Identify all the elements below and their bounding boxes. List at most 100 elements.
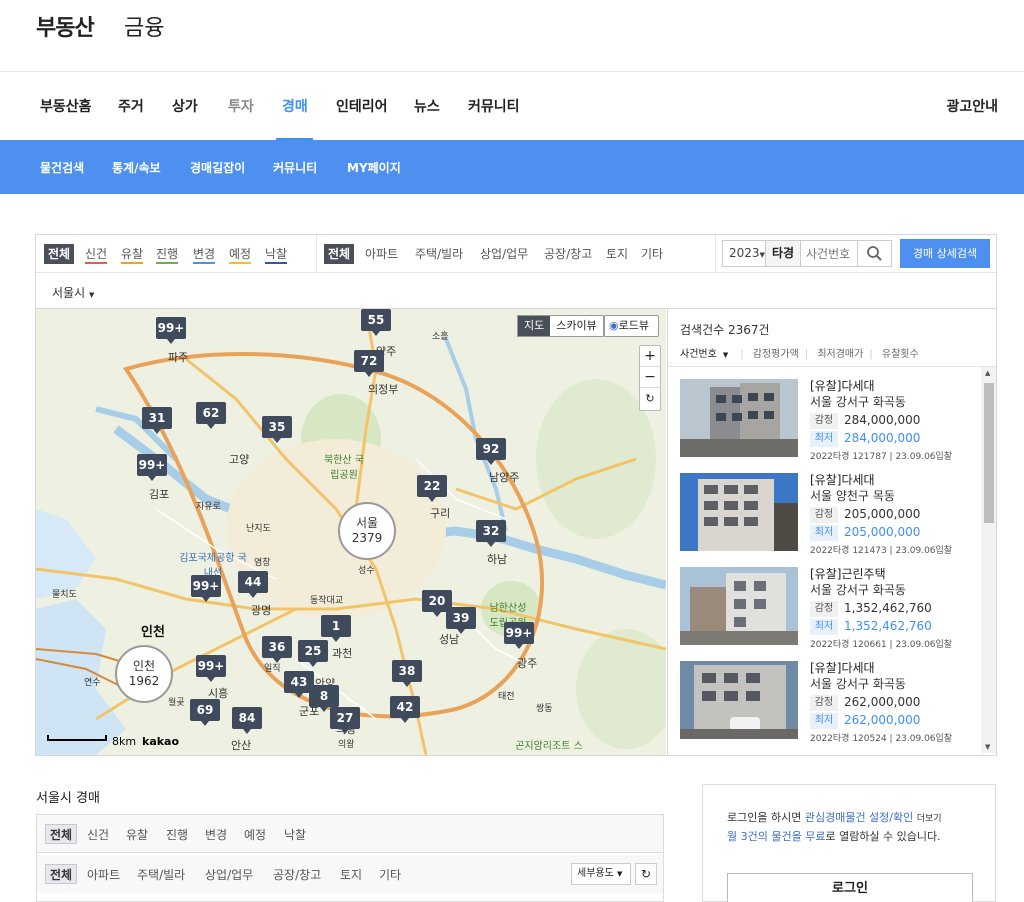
- item-appraisal-value: 205,000,000: [844, 507, 921, 521]
- global-nav: 부동산홈 주거 상가 투자 경매 인테리어 뉴스 커뮤니티 광고안내: [0, 72, 1024, 140]
- type-filter-all[interactable]: 전체: [324, 244, 355, 264]
- refresh-icon: ↻: [640, 867, 652, 881]
- map-marker[interactable]: 99+: [191, 575, 221, 602]
- status-filter-progress[interactable]: 진행: [156, 246, 179, 264]
- map-marker[interactable]: 22: [417, 475, 447, 502]
- map-marker[interactable]: 38: [392, 660, 422, 687]
- section-type-land[interactable]: 토지: [340, 867, 362, 883]
- map-marker[interactable]: 55: [361, 309, 391, 336]
- label-minimum: 최저: [810, 525, 838, 541]
- map-cluster-incheon[interactable]: 인천 1962: [115, 645, 173, 703]
- map-marker[interactable]: 99+: [196, 655, 226, 682]
- map-marker[interactable]: 72: [354, 350, 384, 377]
- scroll-up-icon[interactable]: ▲: [985, 369, 990, 377]
- section-status-failed[interactable]: 유찰: [126, 827, 148, 843]
- map-marker[interactable]: 69: [190, 699, 220, 726]
- section-status-sold[interactable]: 낙찰: [284, 827, 306, 843]
- map-marker[interactable]: 99+: [137, 454, 167, 481]
- section-status-progress[interactable]: 진행: [166, 827, 188, 843]
- case-number-input[interactable]: [800, 240, 858, 267]
- logo-sub[interactable]: 금융: [124, 10, 164, 42]
- section-status-changed[interactable]: 변경: [205, 827, 227, 843]
- city-select[interactable]: 서울시 ▼: [52, 284, 94, 301]
- map-marker[interactable]: 99+: [504, 622, 534, 649]
- type-filter-etc[interactable]: 기타: [641, 246, 663, 262]
- login-msg-link-watchlist[interactable]: 관심경매물건 설정/확인: [805, 811, 913, 824]
- divider: [715, 235, 716, 273]
- map-marker[interactable]: 84: [232, 707, 262, 734]
- map-type-map[interactable]: 지도: [518, 316, 551, 336]
- map-cluster-seoul[interactable]: 서울 2379: [338, 502, 396, 560]
- section-type-factory[interactable]: 공장/창고: [273, 867, 321, 883]
- result-scrollbar[interactable]: ▲ ▼: [981, 367, 996, 753]
- map-marker[interactable]: 44: [238, 571, 268, 598]
- section-type-apartment[interactable]: 아파트: [87, 867, 120, 883]
- map-marker[interactable]: 1: [321, 615, 351, 642]
- map-marker[interactable]: 36: [262, 636, 292, 663]
- status-filter-new[interactable]: 신건: [85, 246, 108, 264]
- type-filter-factory[interactable]: 공장/창고: [544, 246, 592, 262]
- map-marker[interactable]: 42: [390, 696, 420, 723]
- search-button[interactable]: [857, 240, 892, 267]
- more-link[interactable]: 더보기: [917, 814, 942, 824]
- section-type-commercial[interactable]: 상업/업무: [205, 867, 253, 883]
- sort-case-number[interactable]: 사건번호 ▼: [680, 349, 734, 360]
- item-title[interactable]: [유찰]다세대: [810, 377, 875, 394]
- sort-appraisal[interactable]: 감정평가액: [753, 349, 799, 360]
- logo-main[interactable]: 부동산: [36, 10, 95, 42]
- zoom-out-button[interactable]: −: [640, 367, 660, 388]
- list-item[interactable]: [유찰]다세대 서울 강서구 화곡동 감정 284,000,000 최저 284…: [680, 367, 980, 462]
- map-marker[interactable]: 32: [476, 520, 506, 547]
- section-status-all[interactable]: 전체: [45, 824, 78, 844]
- status-filter-all[interactable]: 전체: [44, 244, 75, 264]
- map-marker[interactable]: 99+: [156, 317, 186, 344]
- map-marker[interactable]: 35: [262, 416, 292, 443]
- use-select[interactable]: 세부용도 ▼: [571, 863, 631, 885]
- zoom-in-button[interactable]: +: [640, 346, 660, 367]
- map-marker[interactable]: 62: [196, 402, 226, 429]
- year-select[interactable]: 2023▼: [722, 240, 766, 267]
- status-filter-changed[interactable]: 변경: [193, 246, 216, 264]
- map-marker[interactable]: 8: [309, 685, 339, 712]
- item-title[interactable]: [유찰]다세대: [810, 659, 875, 676]
- map-type-skyview[interactable]: 스카이뷰: [550, 316, 602, 336]
- map-marker[interactable]: 27: [330, 707, 360, 734]
- year-value: 2023: [729, 246, 760, 260]
- detail-search-button[interactable]: 경매 상세검색: [900, 239, 990, 268]
- scrollbar-thumb[interactable]: [984, 383, 994, 523]
- scroll-down-icon[interactable]: ▼: [985, 743, 990, 751]
- auction-map[interactable]: 파주 양주 의정부 고양 남양주 김포 구리 하남 광명 성남 인천 과천 광주…: [36, 309, 666, 755]
- status-filter-planned[interactable]: 예정: [229, 246, 252, 264]
- login-button[interactable]: 로그인: [727, 873, 973, 902]
- map-marker[interactable]: 39: [446, 607, 476, 634]
- status-filter-failed[interactable]: 유찰: [121, 246, 144, 264]
- kakao-logo[interactable]: kakao: [142, 735, 179, 748]
- city-value: 서울시: [52, 286, 86, 300]
- sort-minimum[interactable]: 최저경매가: [817, 349, 863, 360]
- sort-fail-count[interactable]: 유찰횟수: [882, 349, 919, 360]
- map-marker[interactable]: 92: [476, 438, 506, 465]
- map-marker[interactable]: 31: [142, 407, 172, 434]
- item-title[interactable]: [유찰]다세대: [810, 471, 875, 488]
- type-filter-commercial[interactable]: 상업/업무: [480, 246, 528, 262]
- section-type-etc[interactable]: 기타: [379, 867, 401, 883]
- status-filter-sold[interactable]: 낙찰: [265, 246, 288, 264]
- list-item[interactable]: [유찰]다세대 서울 강서구 화곡동 감정 262,000,000 최저 262…: [680, 649, 980, 744]
- section-status-new[interactable]: 신건: [87, 827, 109, 843]
- type-filter-apartment[interactable]: 아파트: [365, 246, 398, 262]
- list-item[interactable]: [유찰]다세대 서울 양천구 목동 감정 205,000,000 최저 205,…: [680, 461, 980, 556]
- login-msg-link-free[interactable]: 월 3건의 물건을 무료: [727, 830, 825, 843]
- type-filter-villa[interactable]: 주택/빌라: [415, 246, 463, 262]
- section-type-villa[interactable]: 주택/빌라: [137, 867, 185, 883]
- item-title[interactable]: [유찰]근린주택: [810, 565, 886, 582]
- section-status-planned[interactable]: 예정: [244, 827, 266, 843]
- reset-view-button[interactable]: ↻: [640, 388, 660, 409]
- section-type-all[interactable]: 전체: [45, 864, 78, 884]
- label-minimum: 최저: [810, 713, 838, 729]
- refresh-button[interactable]: ↻: [635, 863, 657, 885]
- roadview-button[interactable]: ◉로드뷰: [604, 315, 659, 337]
- ad-info-link[interactable]: 광고안내: [946, 96, 998, 116]
- map-marker[interactable]: 25: [298, 640, 328, 667]
- list-item[interactable]: [유찰]근린주택 서울 강서구 화곡동 감정 1,352,462,760 최저 …: [680, 555, 980, 650]
- type-filter-land[interactable]: 토지: [606, 246, 628, 262]
